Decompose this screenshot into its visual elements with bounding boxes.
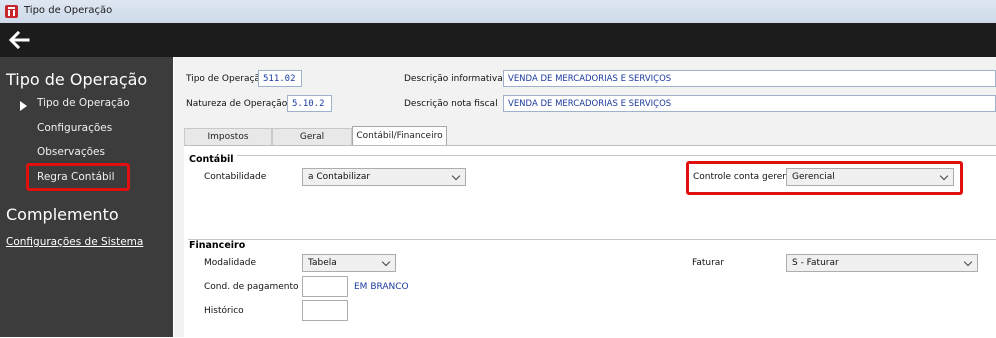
natureza-operacao-field[interactable]: 5.10.2 bbox=[287, 95, 332, 112]
top-navbar bbox=[0, 23, 996, 57]
modalidade-label: Modalidade bbox=[204, 258, 256, 268]
sidebar: Tipo de Operação Tipo de Operação Config… bbox=[0, 57, 173, 337]
descricao-informativa-field[interactable]: VENDA DE MERCADORIAS E SERVIÇOS bbox=[503, 70, 996, 87]
historico-label: Histórico bbox=[204, 306, 244, 316]
sidebar-item-tipo-de-operacao[interactable]: Tipo de Operação bbox=[37, 97, 130, 109]
window-title: Tipo de Operação bbox=[24, 5, 113, 16]
contabil-group-divider bbox=[188, 155, 996, 156]
sidebar-heading: Tipo de Operação bbox=[6, 70, 148, 89]
chevron-down-icon bbox=[963, 257, 973, 267]
cond-pagamento-label: Cond. de pagamento bbox=[204, 282, 299, 292]
back-button[interactable] bbox=[6, 28, 34, 52]
tipo-operacao-label: Tipo de Operação bbox=[186, 74, 266, 84]
descricao-nota-fiscal-field[interactable]: VENDA DE MERCADORIAS E SERVIÇOS bbox=[503, 95, 996, 112]
contabil-group-title: Contábil bbox=[189, 154, 237, 165]
tab-impostos[interactable]: Impostos bbox=[184, 128, 272, 145]
chevron-down-icon bbox=[451, 171, 461, 181]
faturar-label: Faturar bbox=[692, 258, 725, 268]
main-content: Tipo de Operação 511.02 Natureza de Oper… bbox=[174, 57, 996, 338]
contabilidade-select[interactable]: a Contabilizar bbox=[302, 168, 466, 186]
current-item-arrow-icon bbox=[20, 101, 27, 111]
financeiro-group-divider bbox=[188, 239, 996, 240]
modalidade-value: Tabela bbox=[308, 258, 337, 268]
app-logo-icon bbox=[5, 5, 18, 18]
cond-pagamento-field[interactable] bbox=[302, 276, 348, 297]
natureza-operacao-label: Natureza de Operação bbox=[186, 99, 288, 109]
arrow-left-icon bbox=[8, 30, 30, 50]
tab-contabil-financeiro[interactable]: Contábil/Financeiro bbox=[352, 126, 447, 146]
modalidade-select[interactable]: Tabela bbox=[302, 254, 396, 272]
window-titlebar: Tipo de Operação bbox=[0, 0, 996, 24]
sidebar-item-configuracoes[interactable]: Configurações bbox=[37, 122, 112, 134]
contabilidade-label: Contabilidade bbox=[204, 172, 267, 182]
descricao-nota-fiscal-label: Descrição nota fiscal bbox=[404, 99, 498, 109]
faturar-select[interactable]: S - Faturar bbox=[786, 254, 978, 272]
contabilidade-value: a Contabilizar bbox=[308, 172, 371, 182]
tipo-operacao-field[interactable]: 511.02 bbox=[258, 70, 302, 87]
cond-pagamento-description: EM BRANCO bbox=[354, 282, 409, 292]
sidebar-item-observacoes[interactable]: Observações bbox=[37, 146, 105, 158]
regra-contabil-highlight bbox=[26, 163, 130, 191]
descricao-informativa-label: Descrição informativa bbox=[404, 74, 503, 84]
controle-conta-highlight bbox=[686, 161, 963, 195]
historico-field[interactable] bbox=[302, 300, 348, 321]
financeiro-group-title: Financeiro bbox=[189, 240, 249, 251]
chevron-down-icon bbox=[381, 257, 391, 267]
tab-geral[interactable]: Geral bbox=[272, 128, 352, 145]
faturar-value: S - Faturar bbox=[792, 258, 839, 268]
sidebar-complement-heading: Complemento bbox=[6, 205, 119, 224]
system-config-link[interactable]: Configurações de Sistema bbox=[6, 236, 143, 248]
tab-panel-contabil-financeiro: Contábil Contabilidade a Contabilizar Co… bbox=[184, 145, 996, 338]
